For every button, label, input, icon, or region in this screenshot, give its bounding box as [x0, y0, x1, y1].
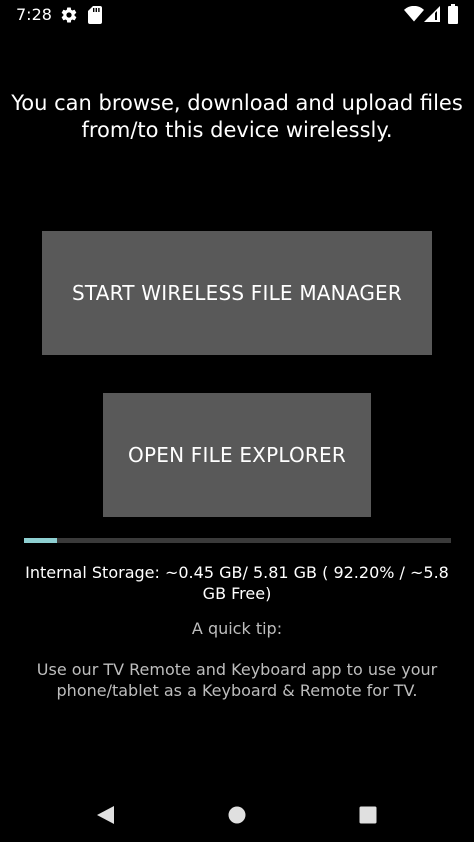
sd-card-icon: [88, 6, 102, 24]
status-bar: 7:28: [0, 0, 474, 30]
storage-info-text: Internal Storage: ~0.45 GB/ 5.81 GB ( 92…: [25, 563, 449, 603]
signal-icon: [424, 6, 440, 22]
open-file-explorer-button[interactable]: OPEN FILE EXPLORER: [103, 393, 371, 517]
storage-progress-fill: [24, 538, 58, 543]
intro-text: You can browse, download and upload file…: [11, 91, 463, 142]
recents-icon[interactable]: [358, 805, 378, 825]
navigation-bar: [0, 790, 474, 842]
home-icon[interactable]: [227, 805, 247, 825]
start-wireless-file-manager-button[interactable]: START WIRELESS FILE MANAGER: [42, 231, 432, 355]
tip-title: A quick tip:: [191, 619, 283, 638]
status-time: 7:28: [16, 5, 52, 24]
wifi-icon: [404, 6, 424, 22]
battery-icon: [448, 4, 458, 24]
gear-icon: [61, 7, 77, 23]
tip-body: Use our TV Remote and Keyboard app to us…: [36, 660, 438, 700]
back-icon[interactable]: [94, 804, 116, 826]
storage-progress-bar: [24, 538, 451, 543]
